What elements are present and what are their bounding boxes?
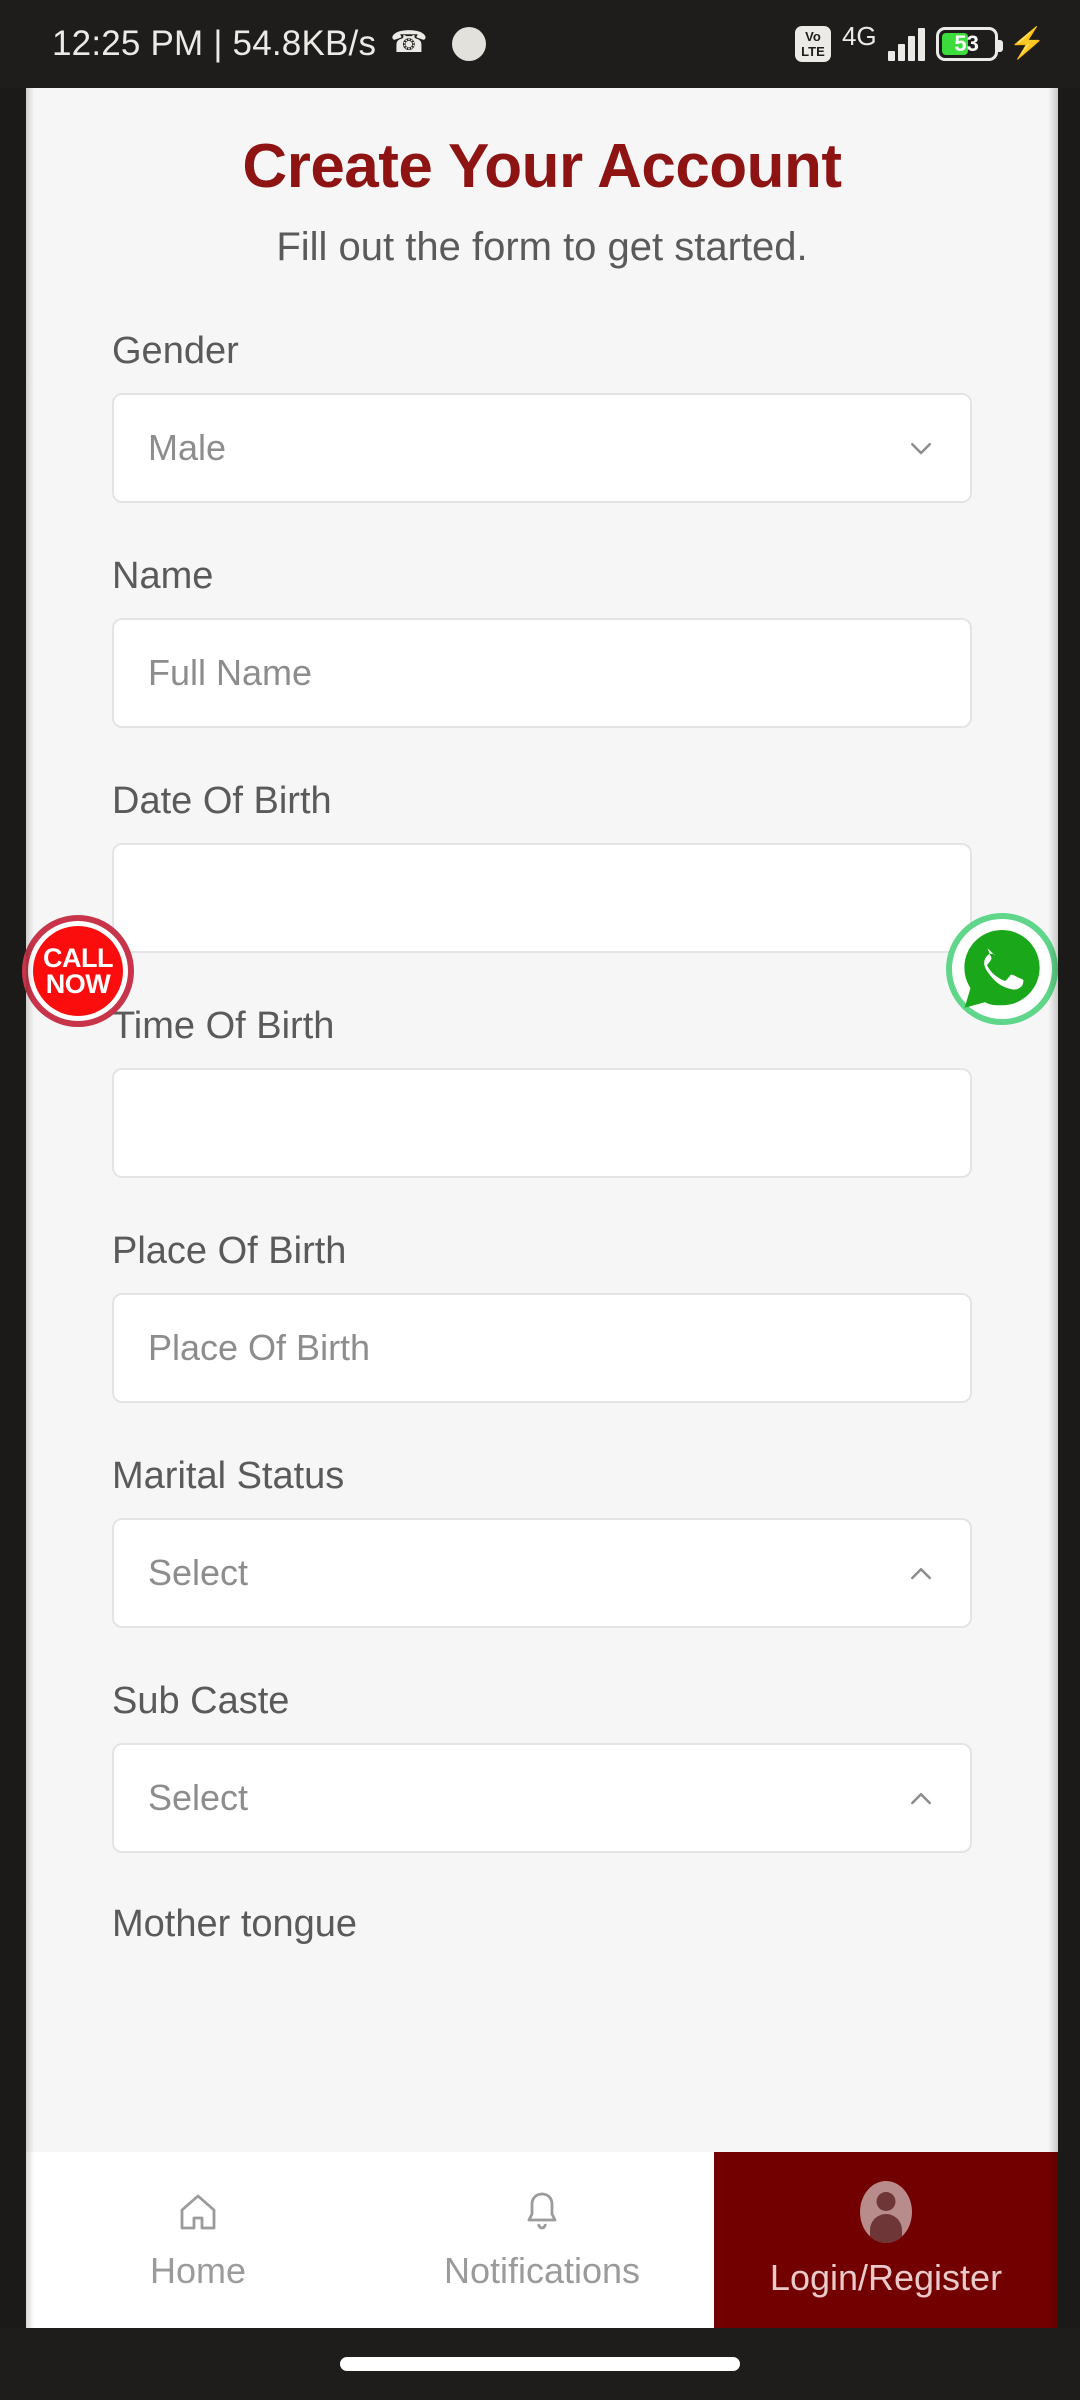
- field-name: Name Full Name: [112, 555, 972, 729]
- system-gesture-bar[interactable]: [0, 2328, 1080, 2400]
- volte-line-2: LTE: [801, 44, 825, 59]
- gesture-pill[interactable]: [340, 2357, 740, 2371]
- nav-label-login-register: Login/Register: [769, 2257, 1003, 2298]
- status-bar-left: 12:25 PM | 54.8KB/s ☎: [52, 24, 486, 64]
- battery-icon: 53: [935, 27, 1003, 61]
- signal-bars-icon: [887, 27, 925, 61]
- home-icon: [174, 2188, 222, 2236]
- call-now-button-inner: CALL NOW: [33, 926, 123, 1016]
- phone-handset-icon: ☎: [390, 26, 428, 59]
- nav-item-home[interactable]: Home: [26, 2152, 370, 2328]
- whatsapp-button[interactable]: [946, 913, 1058, 1025]
- page-title: Create Your Account: [242, 132, 842, 201]
- call-now-button[interactable]: CALL NOW: [22, 915, 134, 1027]
- place-of-birth-placeholder: Place Of Birth: [148, 1327, 371, 1369]
- app-window: Create Your Account Fill out the form to…: [26, 88, 1058, 2328]
- page-subtitle: Fill out the form to get started.: [276, 225, 808, 270]
- field-label-place-of-birth: Place Of Birth: [112, 1230, 347, 1273]
- nav-label-home: Home: [149, 2250, 247, 2291]
- nav-label-notifications: Notifications: [443, 2250, 641, 2291]
- form-scroll-area[interactable]: Create Your Account Fill out the form to…: [26, 88, 1058, 2152]
- chevron-up-icon: [906, 1783, 936, 1813]
- marital-status-select[interactable]: Select: [112, 1518, 972, 1629]
- time-of-birth-input[interactable]: [112, 1068, 972, 1179]
- status-bar: 12:25 PM | 54.8KB/s ☎ Vo LTE 4G 53 ⚡: [0, 0, 1080, 88]
- field-label-mother-tongue: Mother tongue: [112, 1903, 358, 1946]
- field-label-time-of-birth: Time Of Birth: [112, 1005, 335, 1048]
- name-input-placeholder: Full Name: [148, 652, 313, 694]
- battery-percent-label: 53: [954, 31, 979, 56]
- charging-bolt-icon: ⚡: [1008, 27, 1046, 60]
- name-input[interactable]: Full Name: [112, 618, 972, 729]
- sub-caste-select-value: Select: [148, 1777, 249, 1819]
- call-now-line-2: NOW: [45, 969, 111, 999]
- gender-select-value: Male: [148, 427, 227, 469]
- field-gender: Gender Male: [112, 330, 972, 504]
- field-label-name: Name: [112, 555, 214, 598]
- network-type-label: 4G: [841, 21, 877, 51]
- field-place-of-birth: Place Of Birth Place Of Birth: [112, 1230, 972, 1404]
- network-indicator: 4G: [842, 23, 877, 65]
- field-label-sub-caste: Sub Caste: [112, 1680, 290, 1723]
- field-label-marital-status: Marital Status: [112, 1455, 345, 1498]
- whatsapp-icon: [959, 926, 1045, 1012]
- place-of-birth-input[interactable]: Place Of Birth: [112, 1293, 972, 1404]
- nav-item-notifications[interactable]: Notifications: [370, 2152, 714, 2328]
- volte-line-1: Vo: [805, 29, 821, 44]
- user-avatar-icon: [860, 2181, 912, 2243]
- bottom-navigation-bar: Home Notifications Login/Register: [26, 2152, 1058, 2328]
- gender-select[interactable]: Male: [112, 393, 972, 504]
- marital-status-select-value: Select: [148, 1552, 249, 1594]
- field-marital-status: Marital Status Select: [112, 1455, 972, 1629]
- chevron-up-icon: [906, 1558, 936, 1588]
- call-now-line-1: CALL: [43, 942, 113, 973]
- chevron-down-icon: [906, 433, 936, 463]
- field-label-date-of-birth: Date Of Birth: [112, 780, 332, 823]
- field-mother-tongue: Mother tongue: [112, 1903, 972, 1946]
- nav-item-login-register[interactable]: Login/Register: [714, 2152, 1058, 2328]
- status-clock-and-network-speed: 12:25 PM | 54.8KB/s: [52, 24, 377, 63]
- field-sub-caste: Sub Caste Select: [112, 1680, 972, 1854]
- sub-caste-select[interactable]: Select: [112, 1743, 972, 1854]
- status-bar-right: Vo LTE 4G 53 ⚡: [794, 23, 1046, 65]
- field-time-of-birth: Time Of Birth: [112, 1005, 972, 1179]
- date-of-birth-input[interactable]: [112, 843, 972, 954]
- field-label-gender: Gender: [112, 330, 239, 373]
- phone-screen: 12:25 PM | 54.8KB/s ☎ Vo LTE 4G 53 ⚡ Cre…: [0, 0, 1080, 2400]
- volte-icon: Vo LTE: [794, 26, 831, 62]
- camera-punch-hole: [451, 27, 486, 61]
- field-date-of-birth: Date Of Birth: [112, 780, 972, 954]
- bell-icon: [518, 2188, 566, 2236]
